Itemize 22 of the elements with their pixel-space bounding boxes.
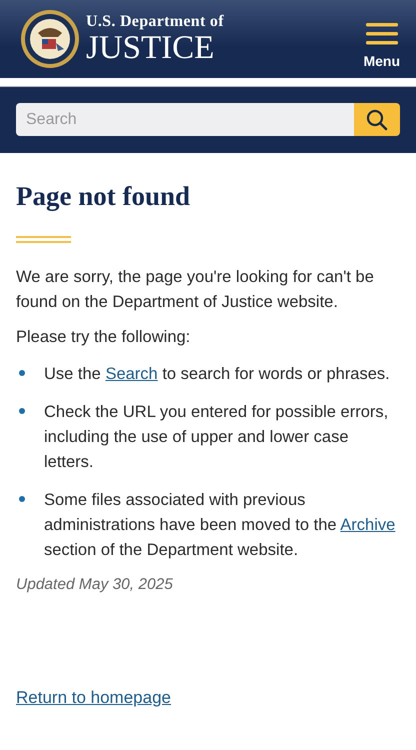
suggestion-text: Check the URL you entered for possible errors, including the use of upper and lower case letters. bbox=[44, 402, 390, 473]
suggestion-text: Some files associated with previous administrations have been moved to the Archive section of the Department website. bbox=[44, 490, 396, 561]
search-button[interactable] bbox=[354, 103, 400, 136]
search-icon bbox=[366, 108, 388, 130]
search-field[interactable]: Search bbox=[16, 103, 354, 136]
return-link[interactable]: Return to homepage bbox=[16, 688, 171, 708]
title-underline bbox=[16, 236, 71, 243]
updated-date: Updated May 30, 2025 bbox=[16, 576, 174, 594]
page-title: Page not found bbox=[16, 181, 192, 212]
logo-subtitle: U.S. Department of bbox=[86, 13, 225, 31]
intro-paragraph: We are sorry, the page you're looking for can't be found on the Department of Justice website. bbox=[16, 267, 375, 313]
menu-icon bbox=[366, 23, 398, 45]
bullet-icon bbox=[19, 496, 25, 502]
suggestion-text: Use the Search to search for words or phrases. bbox=[44, 364, 390, 385]
text-link[interactable]: Search bbox=[105, 365, 158, 383]
logo-title: JUSTICE bbox=[86, 31, 216, 65]
instructions-text: Please try the following: bbox=[16, 327, 192, 348]
seal-logo[interactable] bbox=[20, 9, 80, 69]
text-link[interactable]: Archive bbox=[340, 516, 396, 534]
menu-button[interactable]: Menu bbox=[363, 9, 400, 69]
bullet-icon bbox=[19, 408, 25, 414]
bullet-icon bbox=[19, 370, 25, 376]
